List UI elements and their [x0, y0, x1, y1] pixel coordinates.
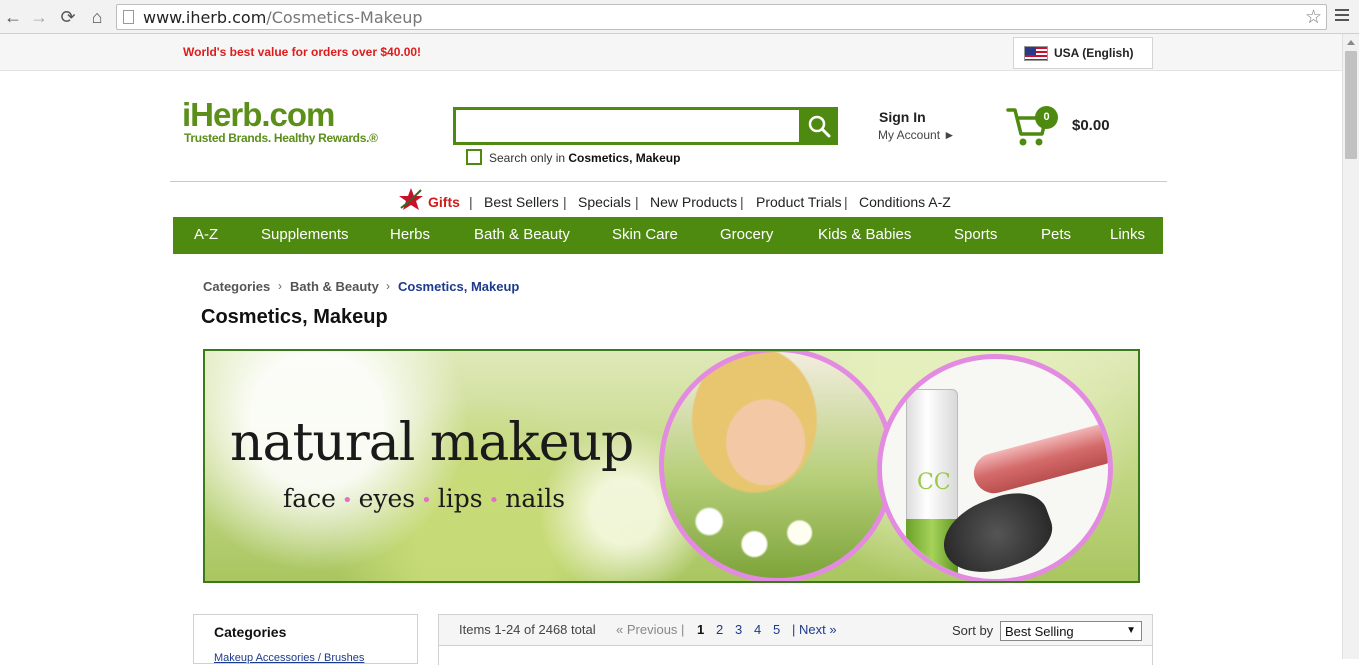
page-5-link[interactable]: 5	[773, 622, 780, 637]
listing-toolbar: Items 1-24 of 2468 total « Previous | 1 …	[438, 614, 1153, 646]
category-link[interactable]: Makeup Accessories / Brushes	[214, 652, 364, 664]
banner-title: natural makeup	[230, 413, 634, 473]
browser-menu-icon[interactable]	[1335, 9, 1349, 23]
dropdown-arrow-icon: ▼	[1126, 625, 1136, 636]
promo-banner[interactable]: natural makeup face • eyes • lips • nails CC	[203, 349, 1140, 583]
page-title: Cosmetics, Makeup	[201, 306, 388, 328]
page-scrollbar[interactable]	[1342, 34, 1359, 659]
my-account-link[interactable]: My Account ►	[878, 128, 955, 142]
gift-ribbon-icon	[399, 188, 423, 210]
categories-title: Categories	[214, 624, 287, 640]
breadcrumb-arrow-icon: ›	[386, 279, 390, 293]
sort-by-label: Sort by	[952, 623, 994, 638]
page-icon	[123, 10, 134, 24]
separator: |	[844, 194, 848, 210]
search-button[interactable]	[800, 107, 838, 145]
scroll-up-icon[interactable]	[1347, 40, 1355, 45]
page-1-link: 1	[697, 622, 705, 637]
breadcrumb-arrow-icon: ›	[278, 279, 282, 293]
address-bar[interactable]: www.iherb.com/Cosmetics-Makeup ☆	[116, 4, 1327, 30]
home-icon[interactable]: ⌂	[86, 6, 108, 28]
page-2-link[interactable]: 2	[716, 622, 723, 637]
nav-item-skin-care[interactable]: Skin Care	[612, 226, 678, 243]
categories-panel: Categories Makeup Accessories / Brushes	[193, 614, 418, 664]
url-host: www.iherb.com	[143, 8, 267, 27]
bookmark-star-icon[interactable]: ☆	[1305, 6, 1322, 29]
main-category-nav: A-Z Supplements Herbs Bath & Beauty Skin…	[173, 217, 1163, 254]
nav-item-bath-beauty[interactable]: Bath & Beauty	[474, 226, 570, 243]
breadcrumb-bath-beauty[interactable]: Bath & Beauty	[290, 279, 379, 294]
specials-link[interactable]: Specials	[578, 194, 631, 210]
url-text[interactable]: www.iherb.com/Cosmetics-Makeup	[143, 8, 422, 27]
conditions-az-link[interactable]: Conditions A-Z	[859, 194, 951, 210]
product-trials-link[interactable]: Product Trials	[756, 194, 842, 210]
best-sellers-link[interactable]: Best Sellers	[484, 194, 559, 210]
next-page-link[interactable]: | Next »	[792, 622, 837, 637]
sign-in-link[interactable]: Sign In	[879, 109, 926, 125]
header-divider	[170, 181, 1167, 182]
sort-value: Best Selling	[1005, 624, 1074, 639]
separator: |	[740, 194, 744, 210]
nav-item-grocery[interactable]: Grocery	[720, 226, 773, 243]
product-list	[438, 645, 1153, 665]
cart-count-badge[interactable]: 0	[1035, 106, 1058, 129]
page-4-link[interactable]: 4	[754, 622, 761, 637]
gifts-link[interactable]: Gifts	[428, 194, 460, 210]
search-only-label: Search only in Cosmetics, Makeup	[489, 151, 681, 165]
top-promo-bar: World's best value for orders over $40.0…	[0, 34, 1342, 71]
locale-label: USA (English)	[1054, 46, 1134, 60]
separator: |	[469, 194, 473, 210]
breadcrumb-categories[interactable]: Categories	[203, 279, 270, 294]
new-products-link[interactable]: New Products	[650, 194, 737, 210]
banner-product-photo: CC	[877, 354, 1113, 581]
search-input[interactable]	[453, 107, 802, 145]
nav-item-sports[interactable]: Sports	[954, 226, 997, 243]
page-3-link[interactable]: 3	[735, 622, 742, 637]
search-only-checkbox[interactable]	[466, 149, 482, 165]
url-path: /Cosmetics-Makeup	[266, 8, 423, 27]
browser-toolbar: ← → ⟳ ⌂ www.iherb.com/Cosmetics-Makeup ☆	[0, 0, 1359, 34]
separator: |	[635, 194, 639, 210]
nav-item-pets[interactable]: Pets	[1041, 226, 1071, 243]
forward-icon[interactable]: →	[28, 6, 50, 28]
nav-item-a-z[interactable]: A-Z	[194, 226, 218, 243]
breadcrumb-current: Cosmetics, Makeup	[398, 279, 520, 294]
banner-subtitle: face • eyes • lips • nails	[283, 484, 566, 513]
nav-item-links[interactable]: Links	[1110, 226, 1145, 243]
previous-page-link[interactable]: « Previous |	[616, 622, 684, 637]
sort-select[interactable]: Best Selling ▼	[1000, 621, 1142, 641]
scroll-thumb[interactable]	[1345, 51, 1357, 159]
brush-handle	[969, 420, 1108, 498]
logo-tagline: Trusted Brands. Healthy Rewards.®	[184, 131, 378, 145]
back-icon[interactable]: ←	[2, 6, 24, 28]
items-count: Items 1-24 of 2468 total	[459, 622, 596, 637]
cart-total[interactable]: $0.00	[1072, 117, 1110, 134]
promo-text[interactable]: World's best value for orders over $40.0…	[183, 45, 421, 59]
locale-selector[interactable]: USA (English)	[1013, 37, 1153, 69]
us-flag-icon	[1024, 46, 1048, 61]
separator: |	[563, 194, 567, 210]
nav-item-kids-babies[interactable]: Kids & Babies	[818, 226, 911, 243]
nav-item-supplements[interactable]: Supplements	[261, 226, 349, 243]
nav-item-herbs[interactable]: Herbs	[390, 226, 430, 243]
search-icon	[808, 115, 831, 138]
banner-model-photo	[659, 351, 895, 581]
reload-icon[interactable]: ⟳	[57, 6, 79, 28]
site-logo[interactable]: iHerb.com	[182, 96, 335, 134]
